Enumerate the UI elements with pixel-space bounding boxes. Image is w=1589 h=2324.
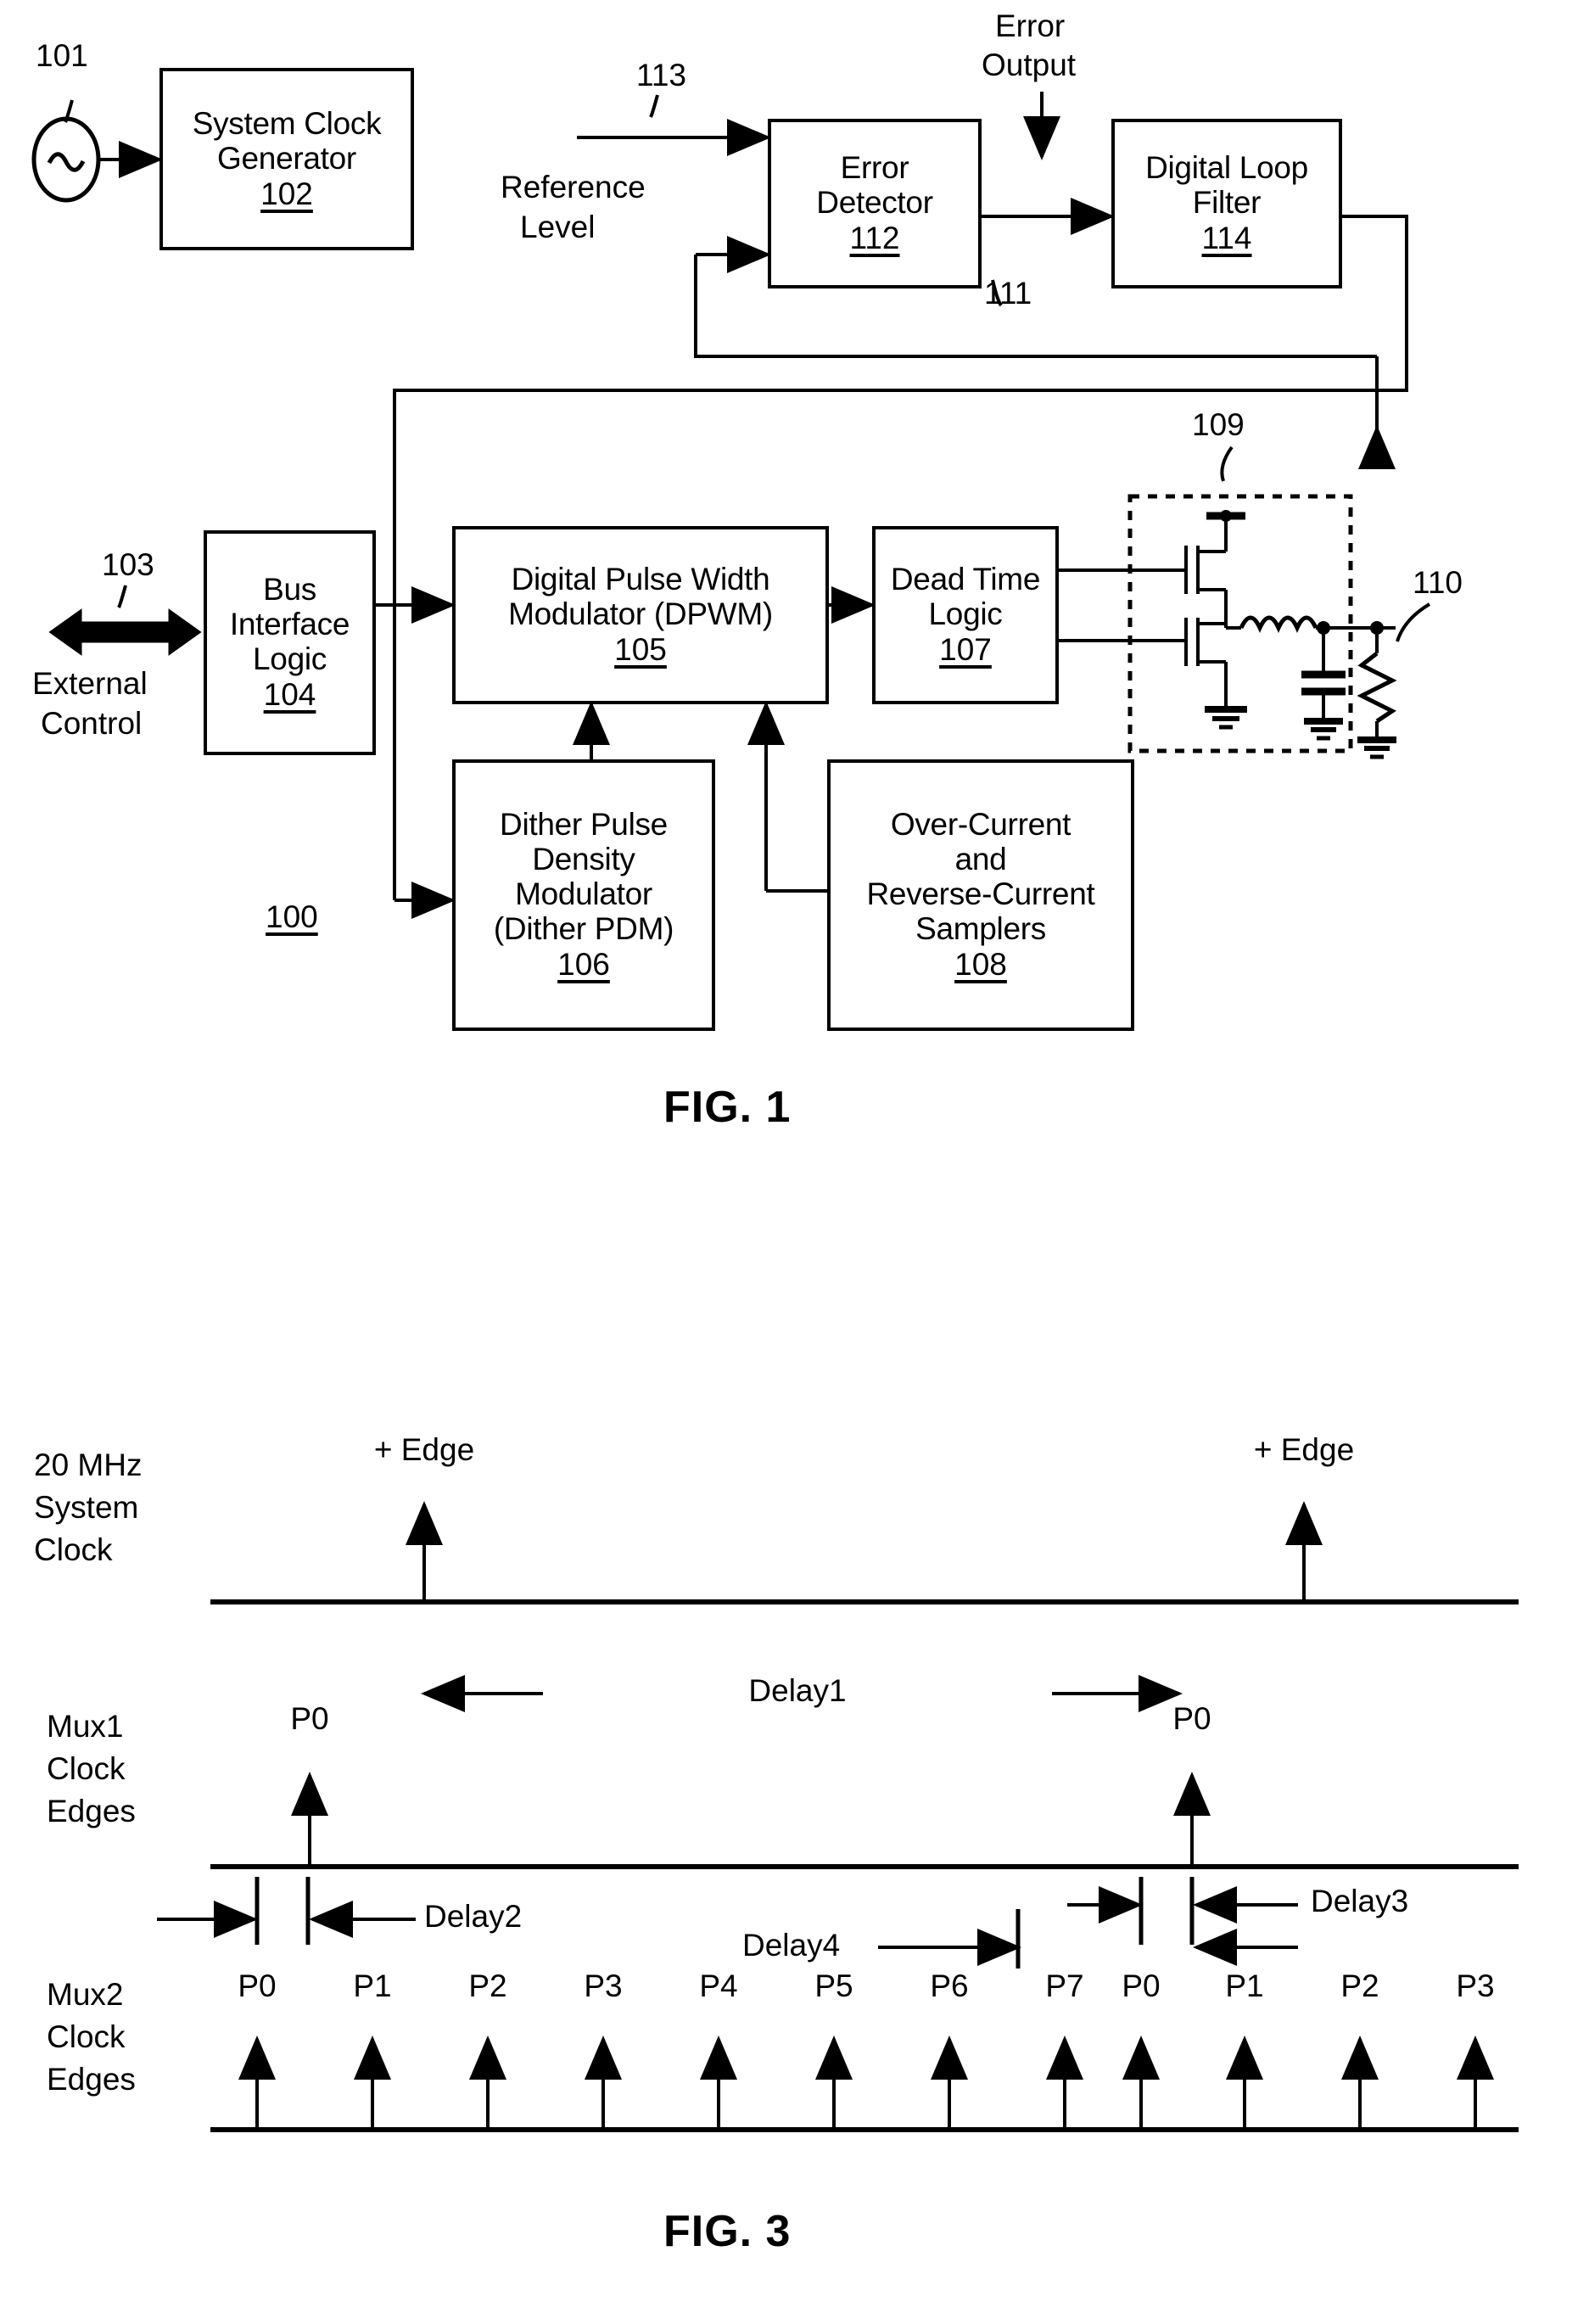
row-label-mux2-line2: Clock [47,2019,126,2054]
block-line: Bus [263,572,316,607]
block-ref-number: 107 [939,632,992,667]
delay-label-delay2: Delay2 [424,1899,523,1934]
block-system-clock-generator[interactable]: System Clock Generator 102 [159,68,414,250]
row-label-mux2-line3: Edges [47,2062,136,2097]
patent-figure-sheet: System Clock Generator 102 Error Detecto… [0,0,1589,2324]
ref-number-101: 101 [36,38,88,73]
block-line: Logic [928,596,1003,631]
block-line: and [954,842,1007,876]
figure-1-caption: FIG. 1 [663,1083,792,1132]
figure-3-caption: FIG. 3 [663,2207,792,2256]
delay-label-delay1: Delay1 [748,1673,847,1708]
block-ref-number: 102 [260,176,313,211]
label-error-output-line1: Error [995,8,1066,43]
block-line: Over-Current [890,807,1071,842]
marker-label-mux2: P1 [1225,1968,1264,2003]
delay-label-delay4: Delay4 [742,1928,841,1963]
row-label-system-clock-line3: Clock [34,1532,113,1567]
block-line: Dither Pulse [500,807,668,842]
row-label-system-clock-line2: System [34,1490,139,1525]
block-bus-interface-logic[interactable]: Bus Interface Logic 104 [204,530,376,755]
label-reference-level-line1: Reference [501,170,646,204]
block-line: Filter [1192,185,1262,220]
marker-label-mux2: P3 [584,1968,623,2003]
row-label-system-clock-line1: 20 MHz [34,1448,143,1482]
block-line: Modulator [515,876,652,911]
ref-number-103: 103 [102,547,154,582]
ref-number-109: 109 [1192,407,1245,442]
block-line: Logic [253,641,327,676]
label-external-control-line1: External [32,666,148,701]
block-line: Error [840,150,909,185]
marker-label-mux2: P0 [1122,1968,1161,2003]
block-over-current-reverse-current-samplers[interactable]: Over-Current and Reverse-Current Sampler… [827,759,1134,1031]
block-line: Generator [217,140,356,176]
row-label-mux1-line1: Mux1 [47,1709,124,1744]
block-line: Modulator (DPWM) [508,596,773,631]
block-line: Density [532,842,635,876]
block-line: Samplers [915,911,1046,946]
block-line: Reverse-Current [866,876,1095,911]
delay-label-delay3: Delay3 [1311,1884,1409,1918]
row-label-mux1-line3: Edges [47,1794,136,1828]
block-dither-pulse-density-modulator[interactable]: Dither Pulse Density Modulator (Dither P… [452,759,715,1031]
marker-label-mux2: P2 [468,1968,507,2003]
block-ref-number: 114 [1201,221,1252,255]
ref-number-110: 110 [1413,565,1463,600]
block-ref-number: 104 [263,677,316,712]
block-line: (Dither PDM) [493,911,674,946]
marker-label-mux1-p0-a: P0 [290,1701,329,1736]
marker-label-mux2: P0 [238,1968,277,2003]
marker-label-mux2: P6 [930,1968,969,2003]
marker-label-plus-edge-2: + Edge [1253,1432,1355,1467]
block-line: Dead Time [890,562,1041,596]
block-ref-number: 106 [557,947,610,982]
ref-number-111: 111 [984,276,1032,311]
block-ref-number: 105 [614,632,667,667]
marker-label-plus-edge-1: + Edge [373,1432,475,1467]
marker-label-mux2: P4 [699,1968,738,2003]
block-ref-number: 108 [954,947,1007,982]
block-line: Detector [816,185,933,220]
marker-label-mux2: P5 [814,1968,853,2003]
marker-label-mux2: P2 [1340,1968,1379,2003]
block-line: Digital Loop [1145,150,1308,185]
label-external-control-line2: Control [41,706,143,741]
block-ref-number: 112 [849,221,900,255]
row-label-mux1-line2: Clock [47,1751,126,1786]
block-line: System Clock [192,105,382,141]
marker-label-mux2: P3 [1456,1968,1495,2003]
ref-number-113: 113 [636,58,686,92]
block-dead-time-logic[interactable]: Dead Time Logic 107 [872,526,1059,704]
label-error-output-line2: Output [982,48,1077,82]
block-digital-loop-filter[interactable]: Digital Loop Filter 114 [1111,119,1342,288]
row-label-mux2-line1: Mux2 [47,1977,124,2012]
block-error-detector[interactable]: Error Detector 112 [768,119,982,288]
marker-label-mux2: P1 [353,1968,392,2003]
label-reference-level-line2: Level [520,210,596,244]
marker-label-mux1-p0-b: P0 [1172,1701,1211,1736]
marker-label-mux2: P7 [1045,1968,1084,2003]
block-digital-pulse-width-modulator[interactable]: Digital Pulse Width Modulator (DPWM) 105 [452,526,829,704]
block-line: Digital Pulse Width [511,562,770,596]
block-line: Interface [229,607,350,641]
ref-number-100: 100 [266,899,318,934]
